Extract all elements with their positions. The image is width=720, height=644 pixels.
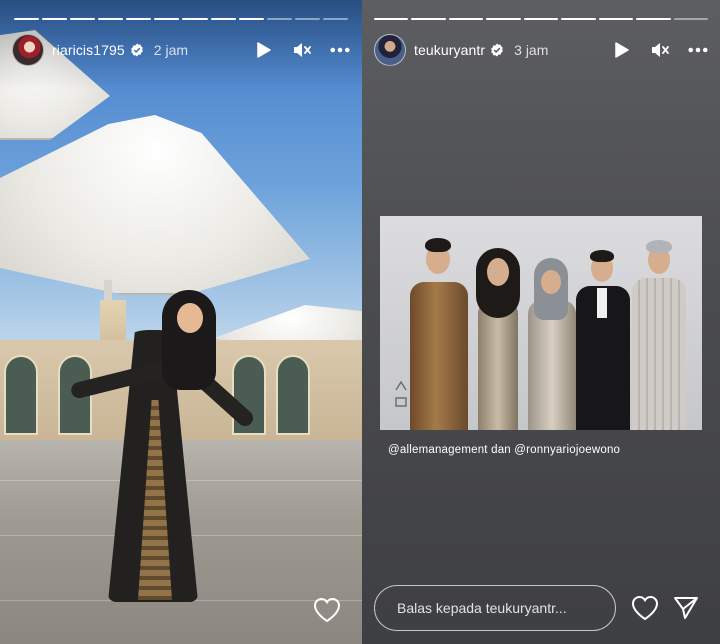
progress-segment [322,18,348,20]
story-progress-bar [14,18,348,20]
send-icon[interactable] [673,595,699,621]
heart-icon[interactable] [313,597,341,623]
progress-segment [523,18,559,20]
brand-logo-icon [395,380,407,407]
avatar[interactable] [374,34,406,66]
more-options-button[interactable] [330,40,350,60]
mute-icon [294,43,311,57]
progress-segment [266,18,292,20]
username[interactable]: teukuryantr [414,42,485,58]
more-icon [330,47,350,53]
story-header: riaricis1795 2 jam [12,33,350,67]
play-button[interactable] [254,40,274,60]
post-time: 2 jam [153,42,189,58]
progress-segment [42,18,68,20]
story-left[interactable]: riaricis1795 2 jam [0,0,362,644]
progress-segment [448,18,484,20]
progress-segment [238,18,264,20]
progress-segment [182,18,208,20]
progress-segment [210,18,236,20]
play-icon [257,42,271,58]
shared-post-image[interactable] [380,216,702,430]
play-icon [615,42,629,58]
mute-button[interactable] [292,40,312,60]
progress-segment [14,18,40,20]
verified-badge-icon [130,43,143,57]
progress-segment [636,18,671,20]
progress-segment [154,18,180,20]
heart-icon[interactable] [631,595,659,621]
progress-segment [598,18,634,20]
progress-segment [673,18,708,20]
progress-segment [374,18,409,20]
person-figure [468,234,528,430]
person-figure [402,230,472,430]
progress-segment [126,18,152,20]
progress-segment [561,18,596,20]
more-options-button[interactable] [688,40,708,60]
progress-segment [411,18,446,20]
progress-segment [70,18,96,20]
mention-caption[interactable]: @allemanagement dan @ronnyariojoewono [388,444,620,456]
play-button[interactable] [612,40,632,60]
progress-segment [486,18,521,20]
more-icon [688,47,708,53]
reply-input[interactable]: Balas kepada teukuryantr... [374,585,616,631]
person-face [177,303,203,333]
post-time: 3 jam [514,42,549,58]
username[interactable]: riaricis1795 [52,42,125,58]
avatar[interactable] [12,34,44,66]
progress-segment [294,18,320,20]
mosque-arch [4,355,38,435]
story-right[interactable]: teukuryantr 3 jam @allemanagement dan @r… [362,0,720,644]
story-progress-bar [374,18,708,20]
mute-icon [652,43,669,57]
mosque-arch [276,355,310,435]
mute-button[interactable] [650,40,670,60]
progress-segment [98,18,124,20]
reply-placeholder: Balas kepada teukuryantr... [397,600,567,616]
verified-badge-icon [491,43,503,57]
person-figure [570,234,634,430]
story-header: teukuryantr 3 jam [374,33,708,67]
person-figure [626,230,690,430]
